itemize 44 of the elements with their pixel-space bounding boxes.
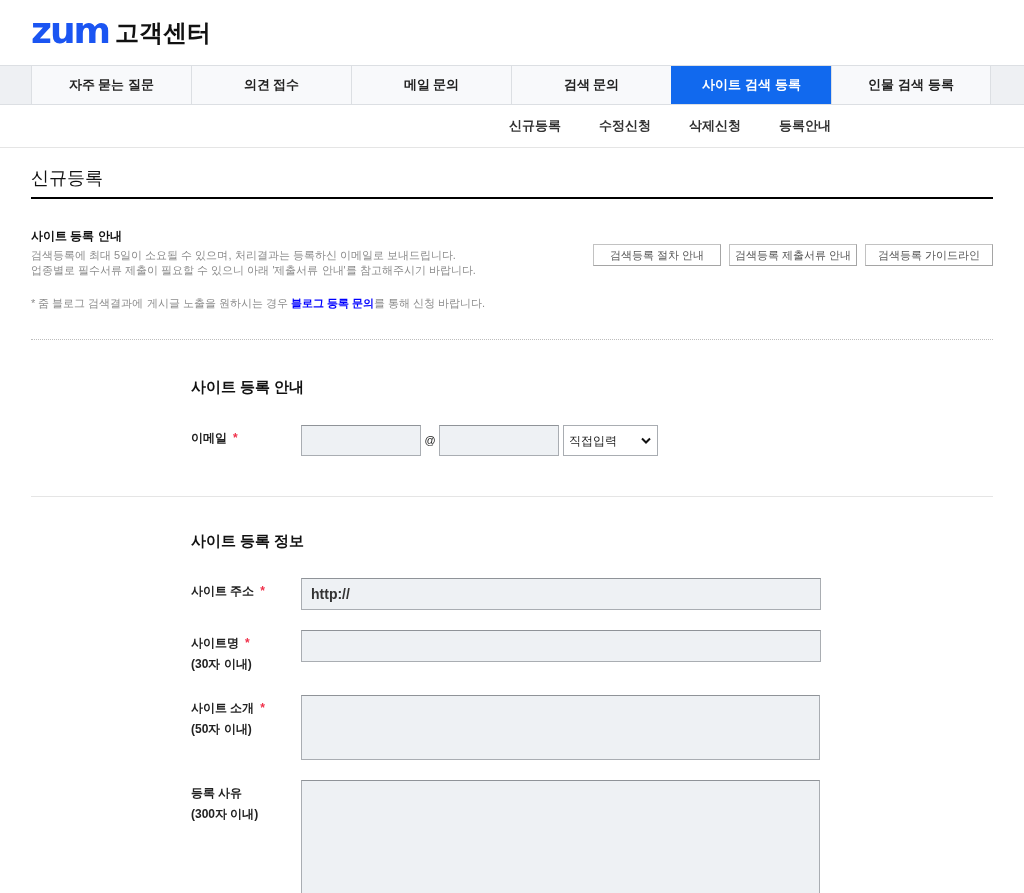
section-heading: 사이트 등록 안내 — [191, 378, 305, 396]
text-input-field[interactable]: http:// — [301, 578, 821, 610]
field-label: 사이트 소개 — [191, 700, 255, 717]
textarea-field[interactable] — [301, 695, 820, 760]
guide-button[interactable]: 검색등록 절차 안내 — [593, 244, 721, 266]
required-mark: * — [260, 700, 265, 717]
site-title: 고객센터 — [115, 18, 212, 47]
nav-tab[interactable]: 자주 묻는 질문 — [31, 66, 191, 104]
guide-button[interactable]: 검색등록 제출서류 안내 — [729, 244, 857, 266]
email-id-field[interactable] — [301, 425, 421, 456]
field-label: 이메일 — [191, 430, 227, 447]
required-mark: * — [233, 430, 238, 447]
notice-text: * 줌 블로그 검색결과에 게시글 노출을 원하시는 경우 블로그 등록 문의를 통해 신청 바랍니다. — [31, 296, 486, 310]
blog-inquiry-link[interactable]: 블로그 등록 문의 — [290, 297, 374, 309]
guide-heading: 사이트 등록 안내 — [31, 229, 122, 243]
field-hint: (30자 이내) — [191, 656, 252, 673]
text-input-field[interactable] — [301, 630, 821, 662]
guide-button[interactable]: 검색등록 가이드라인 — [865, 244, 993, 266]
guide-text: 검색등록에 최대 5일이 소요될 수 있으며, 처리결과는 등록하신 이메일로 보내드립니다. — [31, 248, 456, 263]
at-sign: @ — [423, 433, 437, 449]
page-title: 신규등록 — [31, 168, 103, 188]
section-heading: 사이트 등록 정보 — [191, 532, 305, 550]
subnav-link[interactable]: 삭제신청 — [689, 116, 741, 136]
subnav-link[interactable]: 등록안내 — [779, 116, 831, 136]
field-label: 사이트 주소 — [191, 583, 255, 600]
guide-text: 업종별로 필수서류 제출이 필요할 수 있으니 아래 '제출서류 안내'를 참고해주시기 바랍니다. — [31, 263, 476, 278]
nav-tab[interactable]: 의견 접수 — [191, 66, 351, 104]
nav-tab[interactable]: 인물 검색 등록 — [831, 66, 991, 104]
field-hint: (300자 이내) — [191, 806, 259, 823]
domain-select[interactable]: 직접입력 — [563, 425, 658, 456]
logo[interactable]: zum — [31, 12, 110, 53]
field-label: 사이트명 — [191, 635, 239, 652]
email-domain-field[interactable] — [439, 425, 559, 456]
textarea-field[interactable] — [301, 780, 820, 893]
required-mark: * — [245, 635, 250, 652]
nav-tab[interactable]: 사이트 검색 등록 — [671, 66, 831, 104]
nav-tab[interactable]: 메일 문의 — [351, 66, 511, 104]
subnav-link[interactable]: 수정신청 — [599, 116, 651, 136]
subnav-link[interactable]: 신규등록 — [509, 116, 561, 136]
chevron-down-icon — [641, 437, 651, 444]
field-hint: (50자 이내) — [191, 721, 252, 738]
required-mark: * — [260, 583, 265, 600]
field-label: 등록 사유 — [191, 785, 243, 802]
nav-tab[interactable]: 검색 문의 — [511, 66, 671, 104]
